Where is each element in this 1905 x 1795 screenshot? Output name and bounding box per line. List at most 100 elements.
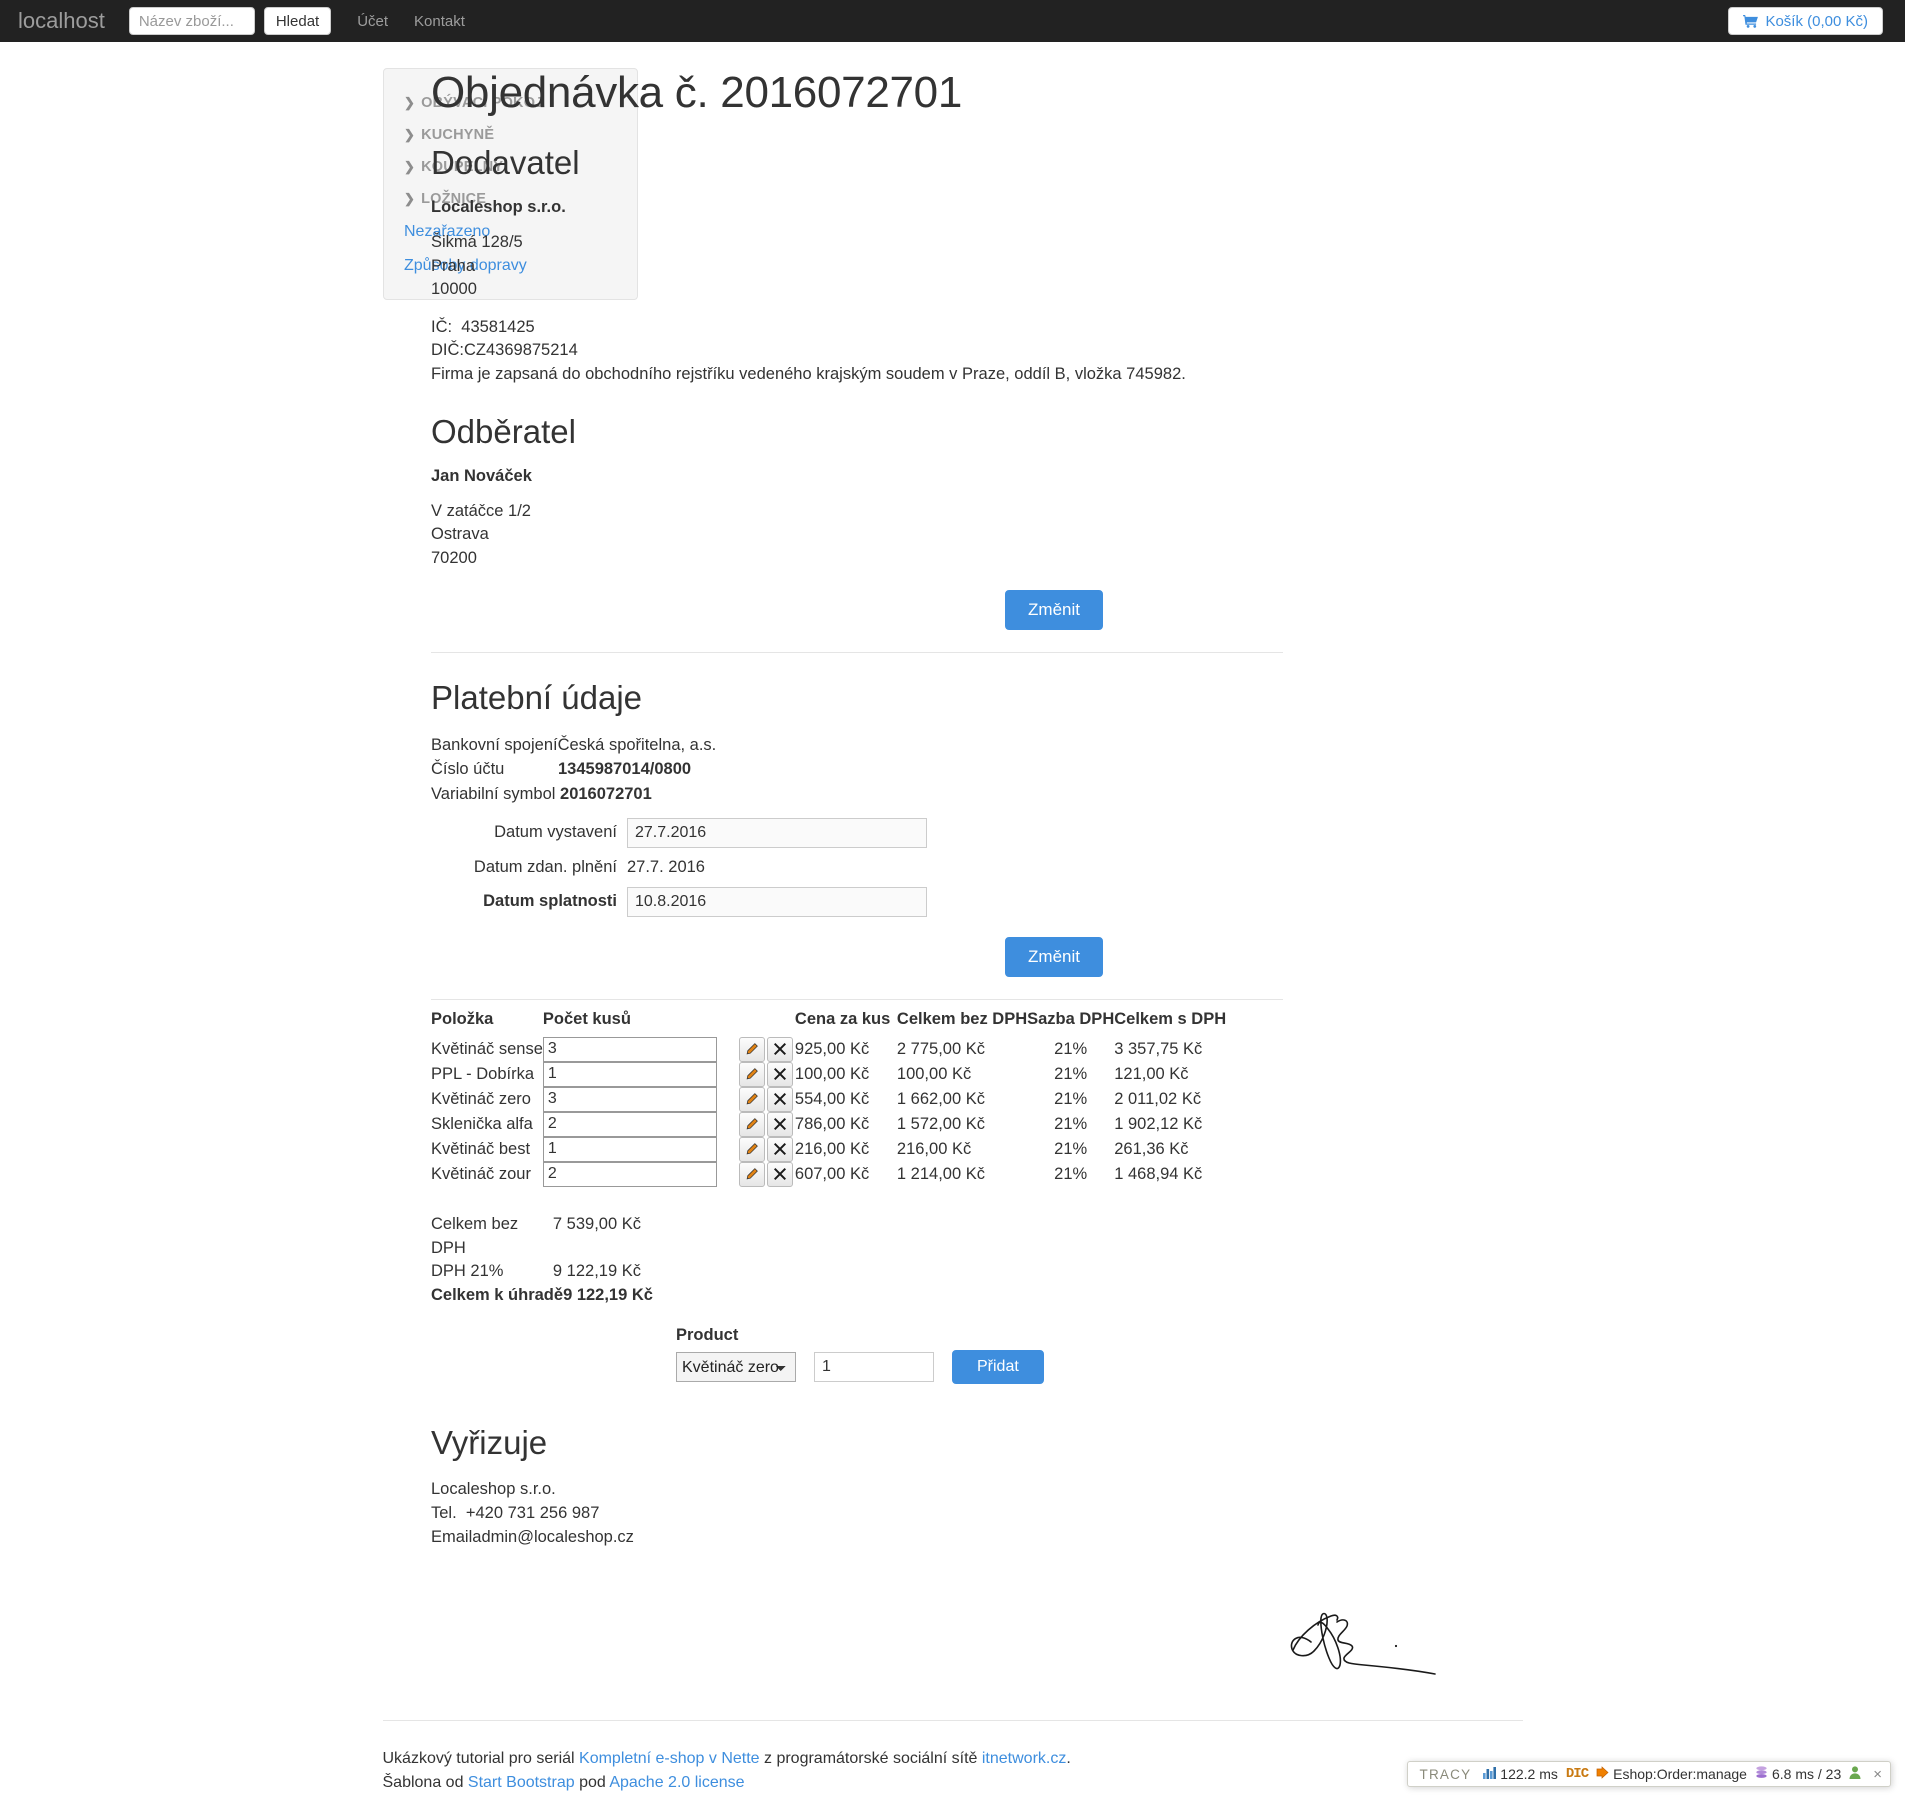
close-x-icon[interactable] [766,1061,793,1087]
tracy-dic-panel[interactable]: DIC [1566,1766,1589,1782]
search-button[interactable]: Hledat [263,7,332,35]
tracy-database-panel[interactable]: 6.8 ms / 23 [1755,1766,1841,1782]
pencil-icon[interactable] [738,1161,765,1187]
payment-info: Bankovní spojeníČeská spořitelna, a.s. Č… [431,733,1483,805]
footer-link-nette[interactable]: Kompletní e-shop v Nette [579,1750,760,1767]
quantity-input[interactable] [542,1086,717,1112]
bank-value: Česká spořitelna, a.s. [557,736,717,755]
search-input[interactable] [128,7,255,35]
tracy-user-panel[interactable] [1849,1766,1861,1782]
tracy-route-panel[interactable]: Eshop:Order:manage [1596,1766,1747,1782]
quantity-input[interactable] [542,1136,717,1162]
section-divider [431,652,1283,654]
item-qty-cell [542,1086,739,1112]
payment-actions: Změnit [431,936,1483,977]
footer-link-start-bootstrap[interactable]: Start Bootstrap [468,1774,575,1791]
quantity-input[interactable] [542,1061,717,1087]
due-date-input[interactable] [627,886,927,917]
item-name: Květináč zero [431,1089,531,1108]
vat-row: DPH 21% 9 122,19 Kč [431,1260,1483,1284]
grand-total-value: 9 122,19 Kč [563,1286,653,1305]
table-row: Květináč zour 607,00 Kč 1 214,00 Kč 21% … [431,1161,1234,1187]
col-sazba-dph: Sazba DPH [1027,1009,1115,1028]
tracy-db-value: 6.8 ms / 23 [1771,1766,1842,1783]
close-x-icon[interactable] [766,1086,793,1112]
tracy-debug-bar[interactable]: TRACY 122.2 ms DIC Eshop:Order:manage 6.… [1406,1761,1891,1788]
item-qty-cell [542,1036,739,1062]
col-polozka: Položka [431,1009,494,1028]
close-x-icon[interactable] [766,1036,793,1062]
item-edit-cell [738,1036,767,1062]
footer-text-1: Ukázkový tutorial pro seriál [382,1750,580,1768]
supplier-city: Praha [431,256,476,275]
supplier-street: Šikmá 128/5 [431,233,523,251]
close-x-icon[interactable] [766,1161,793,1187]
footer-link-itnetwork[interactable]: itnetwork.cz [982,1750,1066,1767]
item-name: Květináč zour [431,1164,531,1183]
item-total-no-vat: 1 572,00 Kč [896,1114,985,1133]
table-row: Květináč zero 554,00 Kč 1 662,00 Kč 21% … [431,1086,1234,1112]
table-row: Květináč best 216,00 Kč 216,00 Kč 21% 26… [431,1136,1234,1162]
item-total-no-vat: 1 214,00 Kč [896,1164,985,1183]
close-x-icon[interactable] [766,1136,793,1162]
item-edit-cell [738,1111,767,1137]
footer-link-apache-license[interactable]: Apache 2.0 license [609,1774,744,1791]
add-product-button[interactable]: Přidat [952,1350,1044,1385]
handler-company: Localeshop s.r.o. [431,1480,556,1499]
taxable-date-row: Datum zdan. plnění 27.7. 2016 [431,858,1483,877]
quantity-input[interactable] [542,1111,717,1137]
product-select[interactable]: Květináč zero [676,1352,796,1383]
nav-link-kontakt[interactable]: Kontakt [414,13,465,30]
pencil-icon[interactable] [738,1111,765,1137]
pencil-icon[interactable] [738,1136,765,1162]
pencil-icon[interactable] [738,1036,765,1062]
handler-heading: Vyřizuje [431,1424,548,1462]
customer-city: Ostrava [431,525,489,544]
bank-label: Bankovní spojení [431,736,558,755]
subtotal-label: Celkem bez DPH [431,1214,519,1257]
issue-date-input[interactable] [627,817,927,848]
pencil-icon[interactable] [738,1086,765,1112]
account-value: 1345987014/0800 [558,760,692,779]
item-total-with-vat: 1 902,12 Kč [1114,1114,1203,1133]
issue-date-row: Datum vystavení [431,817,1483,848]
item-vat-rate: 21% [1054,1089,1088,1108]
item-qty-cell [542,1111,739,1137]
tracy-route-value: Eshop:Order:manage [1613,1766,1747,1783]
col-cena-za-kus: Cena za kus [794,1009,891,1028]
add-product-row: Květináč zero Přidat [676,1350,1483,1385]
arrow-right-icon [1596,1766,1609,1782]
tel-label: Tel. [431,1504,457,1523]
item-qty-cell [542,1136,739,1162]
close-x-icon[interactable] [766,1111,793,1137]
quantity-input[interactable] [542,1161,717,1187]
items-table-head: Položka Počet kusů Cena za kus Celkem be… [431,1010,1234,1037]
vat-label: DPH 21% [431,1262,504,1281]
items-table-body: Květináč sense 925,00 Kč 2 775,00 Kč 21%… [431,1036,1234,1187]
quantity-input[interactable] [542,1036,717,1062]
close-icon[interactable]: × [1869,1766,1882,1783]
item-delete-cell [766,1161,795,1187]
brand-link[interactable]: localhost [18,10,105,32]
dic-label: DIČ: [431,341,464,360]
nav-link-ucet[interactable]: Účet [357,13,388,30]
customer-change-button[interactable]: Změnit [1005,590,1103,631]
user-icon [1849,1766,1861,1782]
item-qty-cell [542,1061,739,1087]
email-label: Email [431,1528,473,1547]
supplier-dic-row: DIČ:CZ4369875214 [431,339,1483,363]
col-pocet-kusu: Počet kusů [542,1009,631,1028]
item-name: Sklenička alfa [431,1114,533,1133]
table-row: Sklenička alfa 786,00 Kč 1 572,00 Kč 21%… [431,1111,1234,1137]
item-edit-cell [738,1086,767,1112]
tel-value: +420 731 256 987 [465,1504,600,1523]
payment-change-button[interactable]: Změnit [1005,936,1103,977]
shopping-cart-icon [1743,14,1759,28]
item-qty-cell [542,1161,739,1187]
cart-button[interactable]: Košík (0,00 Kč) [1728,7,1883,35]
add-quantity-input[interactable] [814,1352,934,1383]
pencil-icon[interactable] [738,1061,765,1087]
tracy-time-panel[interactable]: 122.2 ms [1483,1766,1558,1782]
customer-actions: Změnit [431,590,1483,631]
item-total-with-vat: 1 468,94 Kč [1114,1164,1203,1183]
